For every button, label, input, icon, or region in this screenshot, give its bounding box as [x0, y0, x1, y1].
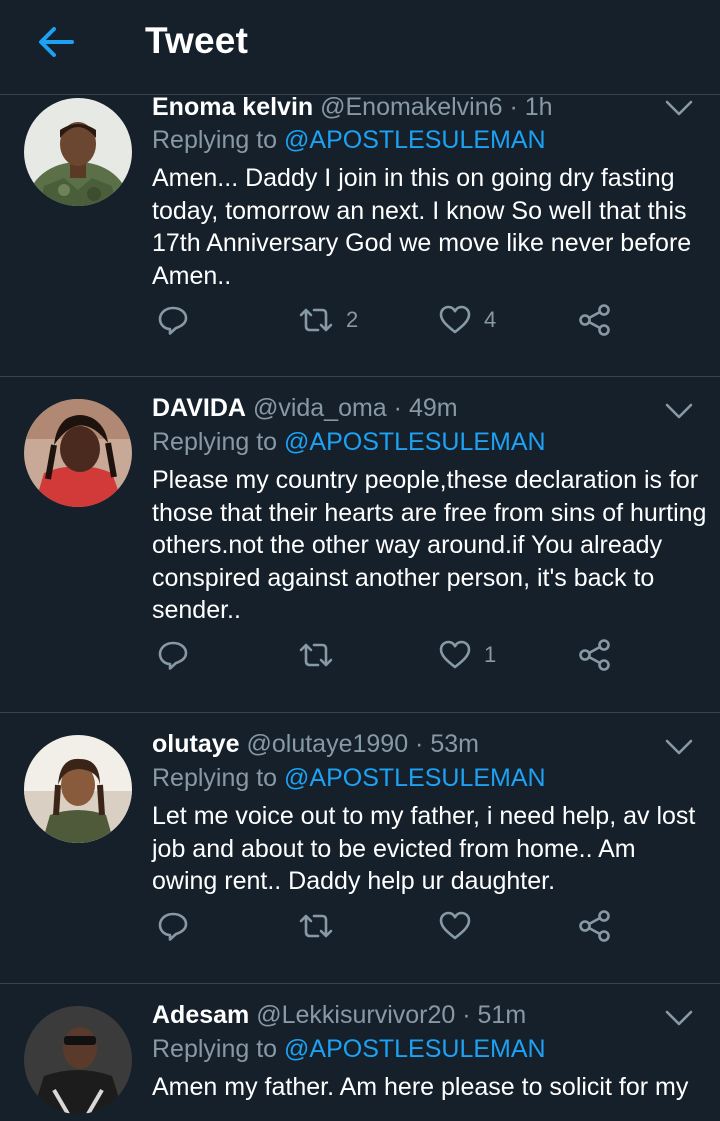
- mention-link[interactable]: @APOSTLESULEMAN: [284, 764, 546, 792]
- like-button[interactable]: 1: [438, 635, 496, 675]
- avatar[interactable]: [24, 735, 132, 843]
- tweet-header: Enoma kelvin @Enomakelvin6 · 1h: [152, 94, 553, 121]
- tweet-text: Please my country people,these declarati…: [152, 466, 707, 624]
- replying-to-label: Replying to: [152, 428, 278, 456]
- reply-button[interactable]: [157, 635, 189, 675]
- avatar[interactable]: [24, 1006, 132, 1114]
- tweet-actions: [0, 906, 720, 946]
- chevron-down-icon[interactable]: [664, 98, 694, 118]
- timestamp: 51m: [477, 1001, 527, 1029]
- replying-to: Replying to @APOSTLESULEMAN: [152, 427, 546, 457]
- avatar[interactable]: [24, 399, 132, 507]
- share-icon: [579, 639, 610, 671]
- username[interactable]: @olutaye1990: [246, 730, 408, 758]
- back-button[interactable]: [34, 22, 78, 62]
- display-name[interactable]: Adesam: [152, 1001, 249, 1029]
- tweet-header: Adesam @Lekkisurvivor20 · 51m: [152, 1001, 527, 1029]
- retweet-icon: [299, 308, 333, 332]
- username[interactable]: @Lekkisurvivor20: [256, 1001, 455, 1029]
- retweet-button[interactable]: [298, 635, 346, 675]
- like-button[interactable]: 4: [438, 300, 496, 340]
- replying-to-label: Replying to: [152, 1035, 278, 1063]
- retweet-button[interactable]: [298, 906, 346, 946]
- share-button[interactable]: [578, 300, 612, 340]
- display-name[interactable]: olutaye: [152, 730, 240, 758]
- avatar[interactable]: [24, 98, 132, 206]
- tweet-actions: 2 4: [0, 300, 720, 340]
- tweet-feed[interactable]: Enoma kelvin @Enomakelvin6 · 1h Replying…: [0, 94, 720, 1121]
- mention-link[interactable]: @APOSTLESULEMAN: [284, 1035, 546, 1063]
- chevron-down-icon[interactable]: [664, 737, 694, 757]
- replying-to-label: Replying to: [152, 764, 278, 792]
- timestamp: 49m: [408, 394, 458, 422]
- mention-link[interactable]: @APOSTLESULEMAN: [284, 126, 546, 154]
- tweet-header: olutaye @olutaye1990 · 53m: [152, 730, 479, 758]
- reply-button[interactable]: [157, 300, 189, 340]
- reply-button[interactable]: [157, 906, 189, 946]
- username[interactable]: @Enomakelvin6: [320, 94, 502, 121]
- retweet-icon: [299, 914, 333, 938]
- share-button[interactable]: [578, 635, 612, 675]
- like-count: 1: [484, 642, 497, 667]
- retweet-count: 2: [346, 307, 359, 332]
- tweet-item[interactable]: Enoma kelvin @Enomakelvin6 · 1h Replying…: [0, 94, 720, 377]
- share-icon: [579, 304, 610, 336]
- tweet-text: Amen my father. Am here please to solici…: [152, 1073, 689, 1101]
- chevron-down-icon[interactable]: [664, 1008, 694, 1028]
- share-icon: [579, 910, 610, 942]
- username[interactable]: @vida_oma: [253, 394, 387, 422]
- replying-to: Replying to @APOSTLESULEMAN: [152, 1034, 546, 1064]
- display-name[interactable]: Enoma kelvin: [152, 94, 313, 121]
- page-title: Tweet: [145, 20, 249, 61]
- tweet-actions: 1: [0, 635, 720, 675]
- share-button[interactable]: [578, 906, 612, 946]
- retweet-button[interactable]: 2: [298, 300, 358, 340]
- tweet-header: DAVIDA @vida_oma · 49m: [152, 394, 458, 422]
- replying-to: Replying to @APOSTLESULEMAN: [152, 125, 546, 155]
- replying-to: Replying to @APOSTLESULEMAN: [152, 763, 546, 793]
- tweet-item[interactable]: olutaye @olutaye1990 · 53m Replying to @…: [0, 713, 720, 984]
- tweet-text: Amen... Daddy I join in this on going dr…: [152, 164, 692, 290]
- reply-icon: [158, 641, 188, 670]
- top-app-bar: Tweet: [0, 0, 720, 95]
- like-count: 4: [484, 307, 497, 332]
- like-button[interactable]: [438, 906, 484, 946]
- heart-icon: [439, 640, 471, 669]
- replying-to-label: Replying to: [152, 126, 278, 154]
- tweet-item[interactable]: Adesam @Lekkisurvivor20 · 51m Replying t…: [0, 984, 720, 1121]
- heart-icon: [439, 911, 471, 940]
- mention-link[interactable]: @APOSTLESULEMAN: [284, 428, 546, 456]
- tweet-text: Let me voice out to my father, i need he…: [152, 802, 696, 895]
- reply-icon: [158, 912, 188, 941]
- timestamp: 1h: [524, 94, 553, 121]
- reply-icon: [158, 306, 188, 335]
- display-name[interactable]: DAVIDA: [152, 394, 246, 422]
- tweet-item[interactable]: DAVIDA @vida_oma · 49m Replying to @APOS…: [0, 377, 720, 713]
- timestamp: 53m: [430, 730, 479, 758]
- heart-icon: [439, 305, 471, 334]
- back-arrow-icon: [39, 27, 74, 57]
- chevron-down-icon[interactable]: [664, 401, 694, 421]
- retweet-icon: [299, 643, 333, 667]
